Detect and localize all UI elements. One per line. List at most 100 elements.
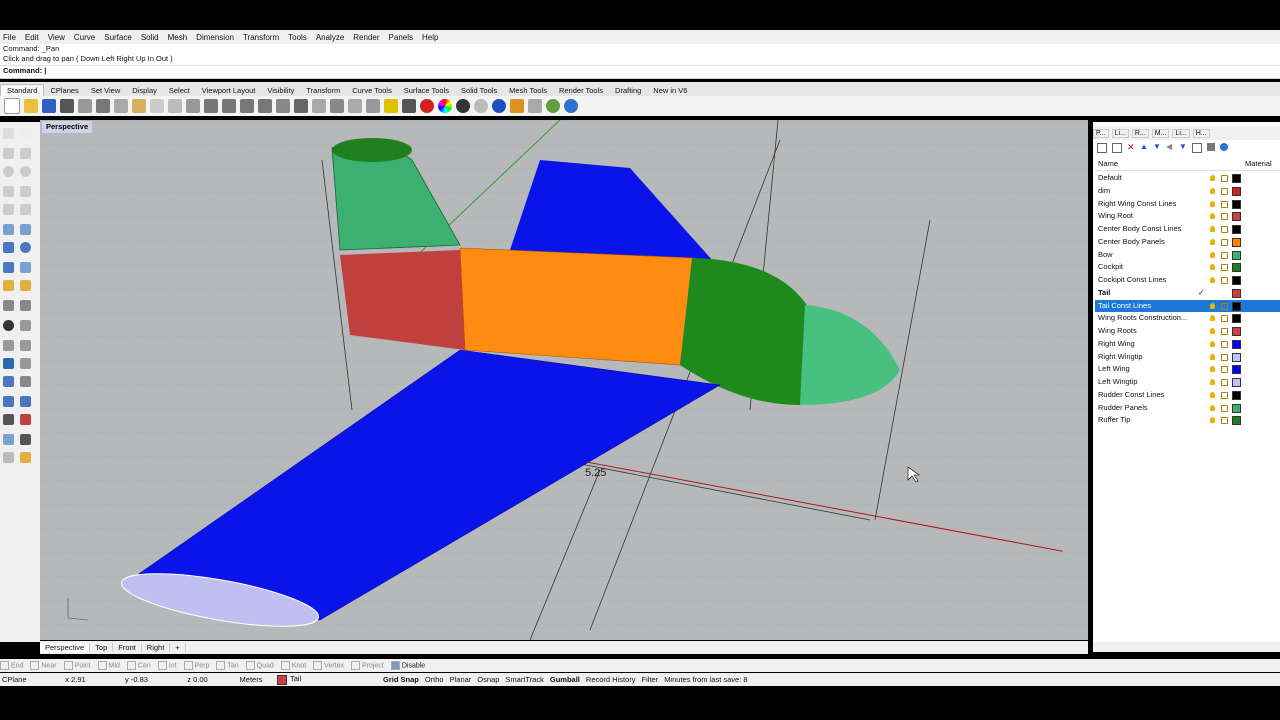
tab-select[interactable]: Select xyxy=(163,85,196,96)
status-filter[interactable]: Filter xyxy=(642,675,659,684)
lock-icon[interactable] xyxy=(1221,238,1228,246)
offset-icon[interactable] xyxy=(3,340,14,351)
check-icon[interactable] xyxy=(20,434,31,445)
panel-tab-properties[interactable]: P... xyxy=(1093,128,1109,138)
layer-color-swatch[interactable] xyxy=(1232,174,1241,183)
status-smarttrack[interactable]: SmartTrack xyxy=(505,675,543,684)
layer-row[interactable]: Cockpit xyxy=(1095,261,1280,274)
move-up-icon[interactable]: ▲ xyxy=(1140,143,1148,151)
visibility-bulb-icon[interactable] xyxy=(1210,277,1215,283)
status-ortho[interactable]: Ortho xyxy=(425,675,444,684)
tab-cplanes[interactable]: CPlanes xyxy=(44,85,84,96)
layer-color-swatch[interactable] xyxy=(1232,339,1241,349)
layer-row[interactable]: Wing Roots xyxy=(1095,325,1280,338)
lock-icon[interactable] xyxy=(1221,226,1228,233)
tab-solid-tools[interactable]: Solid Tools xyxy=(455,85,503,96)
boolean-icon[interactable] xyxy=(3,280,14,291)
perspective-viewport[interactable]: 5.25 xyxy=(40,120,1088,640)
lock-icon[interactable] xyxy=(1221,200,1228,208)
new-file-icon[interactable] xyxy=(4,98,20,114)
visibility-bulb-icon[interactable] xyxy=(1210,251,1215,258)
osnap-quad[interactable]: Quad xyxy=(245,661,274,670)
status-grid-snap[interactable]: Grid Snap xyxy=(383,675,419,684)
select-icon[interactable] xyxy=(348,99,362,113)
lock-icon[interactable] xyxy=(1221,417,1228,425)
visibility-bulb-icon[interactable] xyxy=(1210,328,1215,334)
visibility-bulb-icon[interactable] xyxy=(1210,315,1215,322)
panel-tab-libraries[interactable]: Li... xyxy=(1172,128,1190,138)
polyline-icon[interactable] xyxy=(3,148,14,159)
layer-color-swatch[interactable] xyxy=(1232,212,1241,222)
tail-section[interactable] xyxy=(340,250,465,350)
lock-icon[interactable] xyxy=(1221,315,1228,323)
layer-color-swatch[interactable] xyxy=(1232,225,1241,234)
light-icon[interactable] xyxy=(20,452,31,463)
panel-tab-materials[interactable]: M... xyxy=(1151,128,1170,138)
save-icon[interactable] xyxy=(42,99,56,113)
lock-icon[interactable] xyxy=(1221,187,1228,195)
box-icon[interactable] xyxy=(3,242,14,253)
osnap-end[interactable]: End xyxy=(0,661,23,670)
layer-states-icon[interactable] xyxy=(1192,143,1202,153)
visibility-bulb-icon[interactable] xyxy=(1210,302,1215,309)
layer-color-swatch[interactable] xyxy=(1232,250,1241,260)
lock-icon[interactable] xyxy=(1221,391,1228,399)
split-icon[interactable] xyxy=(20,300,31,311)
explode-icon[interactable] xyxy=(20,320,31,331)
add-viewport-tab-icon[interactable]: + xyxy=(170,643,186,652)
osnap-tan[interactable]: Tan xyxy=(216,661,239,670)
layer-row[interactable]: Cockipit Const Lines xyxy=(1095,274,1280,287)
layer-color-swatch[interactable] xyxy=(1232,288,1241,298)
tab-standard[interactable]: Standard xyxy=(0,84,45,96)
layer-color-swatch[interactable] xyxy=(1232,314,1241,324)
tab-set-view[interactable]: Set View xyxy=(85,85,126,96)
block-icon[interactable] xyxy=(20,396,31,407)
new-sublayer-icon[interactable] xyxy=(1112,143,1122,153)
array-icon[interactable] xyxy=(3,376,14,387)
menu-dimension[interactable]: Dimension xyxy=(196,33,234,42)
visibility-bulb-icon[interactable] xyxy=(1210,379,1215,385)
column-material[interactable]: Material xyxy=(1245,159,1272,168)
lock-icon[interactable] xyxy=(1221,404,1228,412)
copy-icon[interactable] xyxy=(114,99,128,113)
panel-tab-render[interactable]: R... xyxy=(1131,128,1149,138)
osnap-int[interactable]: Int xyxy=(157,661,177,670)
layer-color-swatch[interactable] xyxy=(1232,390,1241,400)
grid-icon[interactable] xyxy=(3,414,14,425)
layer-color-swatch[interactable] xyxy=(1232,352,1241,362)
render-tools-icon[interactable] xyxy=(3,452,14,463)
layer-color-swatch[interactable] xyxy=(1232,327,1241,336)
render-sphere-icon[interactable] xyxy=(456,99,470,113)
osnap-near[interactable]: Near xyxy=(30,661,57,670)
status-units[interactable]: Meters xyxy=(231,675,271,684)
visibility-bulb-icon[interactable] xyxy=(1210,417,1215,424)
column-name[interactable]: Name xyxy=(1098,159,1118,168)
status-record-history[interactable]: Record History xyxy=(586,675,636,684)
menu-transform[interactable]: Transform xyxy=(243,33,279,42)
tab-visibility[interactable]: Visibility xyxy=(261,85,300,96)
material-sphere-icon[interactable] xyxy=(474,99,488,113)
point-icon[interactable] xyxy=(20,128,31,139)
tab-mesh-tools[interactable]: Mesh Tools xyxy=(503,85,553,96)
panel-tab-layers[interactable]: Li... xyxy=(1111,128,1129,138)
print-icon[interactable] xyxy=(60,99,74,113)
layer-row[interactable]: Left Wing xyxy=(1095,363,1280,376)
layer-color-icon[interactable] xyxy=(420,99,434,113)
osnap-mid[interactable]: Mid xyxy=(97,661,120,670)
layer-row[interactable]: Center Body Const Lines xyxy=(1095,223,1280,236)
tools-icon[interactable] xyxy=(1207,143,1215,151)
dimension-icon[interactable] xyxy=(20,358,31,369)
layer-color-swatch[interactable] xyxy=(1232,276,1241,285)
import-icon[interactable] xyxy=(78,99,92,113)
trim-icon[interactable] xyxy=(3,300,14,311)
text-icon[interactable] xyxy=(3,358,14,369)
cylinder-icon[interactable] xyxy=(3,262,14,273)
new-layer-icon[interactable] xyxy=(1097,143,1107,153)
menu-view[interactable]: View xyxy=(48,33,65,42)
layer-row[interactable]: Ruffer Tip xyxy=(1095,414,1280,427)
layer-row[interactable]: Rudder Panels xyxy=(1095,402,1280,415)
cplane-icon[interactable] xyxy=(312,99,326,113)
layer-row[interactable]: Tail Const Lines xyxy=(1095,299,1280,313)
osnap-perp[interactable]: Perp xyxy=(183,661,209,670)
osnap-knot[interactable]: Knot xyxy=(280,661,306,670)
